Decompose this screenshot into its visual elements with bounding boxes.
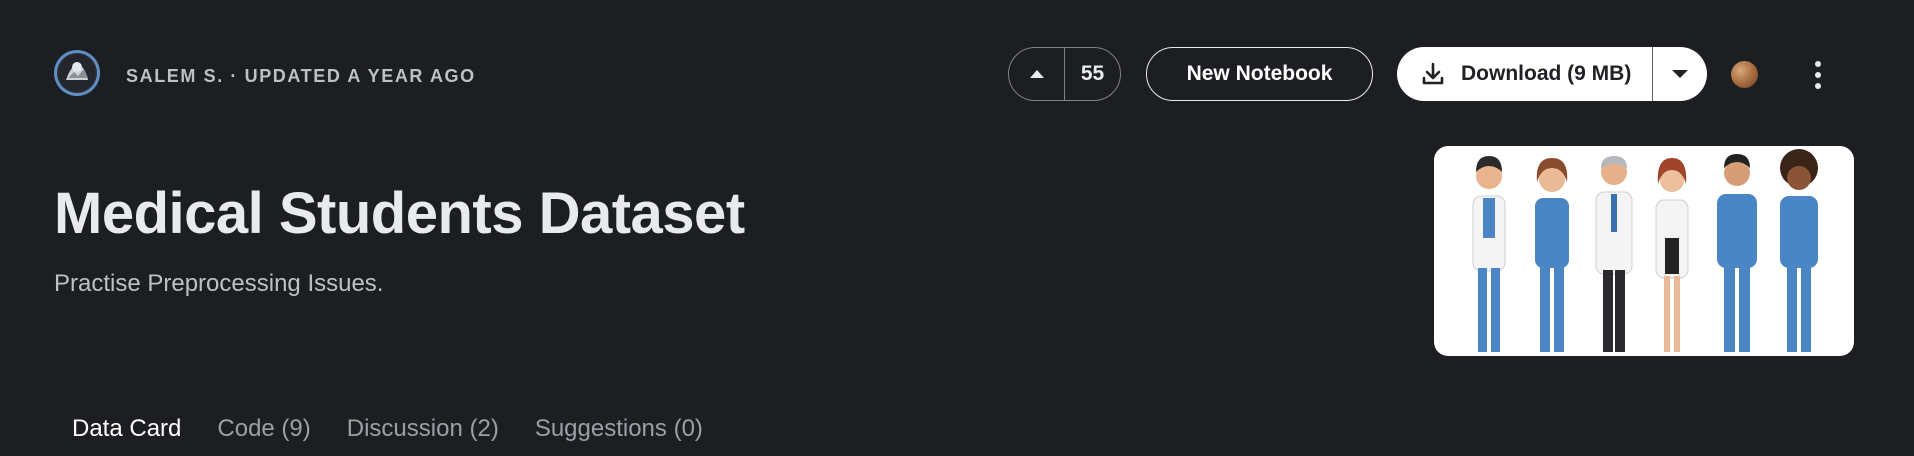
download-button[interactable]: Download (9 MB)	[1397, 47, 1652, 101]
more-vert-icon[interactable]	[1806, 57, 1830, 93]
medical-staff-illustration	[1472, 149, 1818, 352]
dataset-tabs: Data Card Code (9) Discussion (2) Sugges…	[54, 410, 721, 450]
tab-code[interactable]: Code (9)	[199, 410, 328, 450]
vote-control: 55	[1008, 47, 1121, 101]
author-updated-line: SALEM S. · UPDATED A YEAR AGO	[126, 66, 476, 86]
bronze-medal-icon[interactable]	[1731, 61, 1758, 88]
dataset-cover-image	[1434, 146, 1854, 356]
upvote-button[interactable]	[1009, 48, 1065, 100]
tab-data-card[interactable]: Data Card	[54, 410, 199, 450]
tab-discussion[interactable]: Discussion (2)	[329, 410, 517, 450]
download-icon	[1422, 62, 1444, 85]
tab-suggestions[interactable]: Suggestions (0)	[517, 410, 721, 450]
download-label: Download (9 MB)	[1461, 62, 1632, 85]
download-button-group: Download (9 MB)	[1397, 47, 1707, 101]
vote-count: 55	[1080, 62, 1105, 85]
download-menu-button[interactable]	[1652, 47, 1707, 101]
caret-up-icon	[1029, 70, 1044, 78]
dataset-subtitle: Practise Preprocessing Issues.	[54, 270, 384, 297]
dataset-header: SALEM S. · UPDATED A YEAR AGO 55 New Not…	[0, 0, 1914, 150]
user-avatar[interactable]	[54, 50, 100, 96]
dataset-title: Medical Students Dataset	[54, 181, 745, 246]
new-notebook-button[interactable]: New Notebook	[1146, 47, 1373, 101]
caret-down-icon	[1672, 70, 1688, 78]
